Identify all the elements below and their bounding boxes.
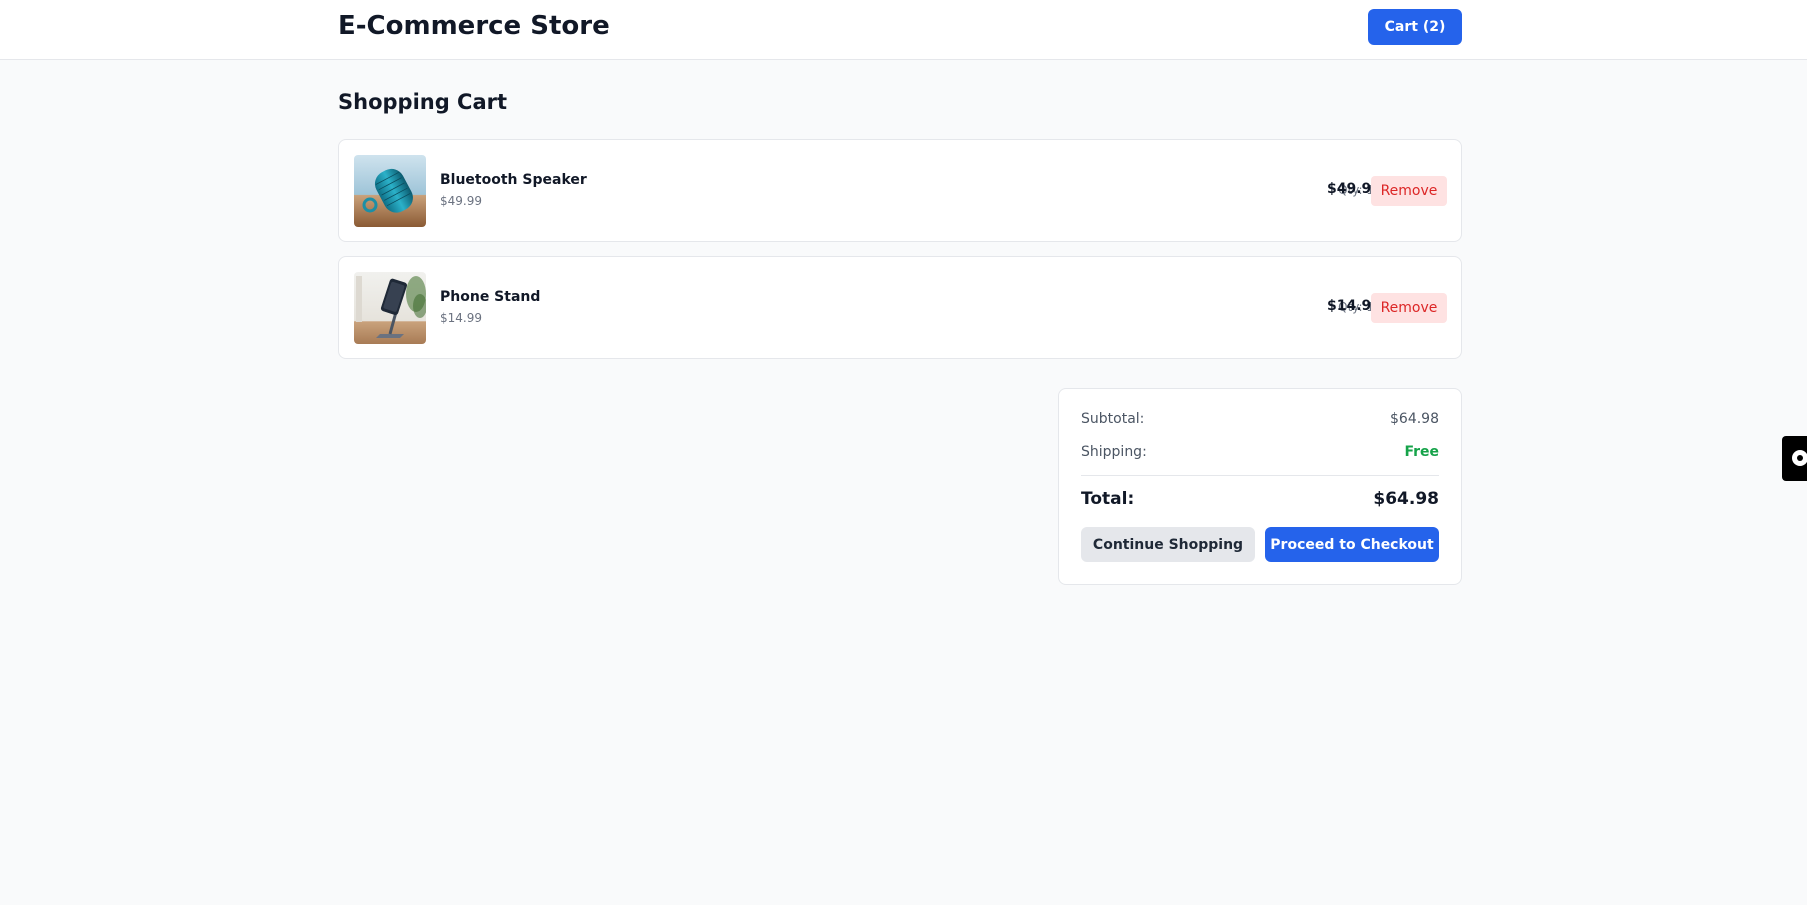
item-name: Phone Stand xyxy=(440,289,541,305)
item-unit-price: $49.99 xyxy=(440,194,482,208)
continue-shopping-button[interactable]: Continue Shopping xyxy=(1081,527,1255,562)
page-title: Shopping Cart xyxy=(338,90,508,114)
widget-icon xyxy=(1792,450,1807,466)
total-value: $64.98 xyxy=(1373,489,1439,509)
shipping-label: Shipping: xyxy=(1081,444,1147,460)
subtotal-value: $64.98 xyxy=(1390,411,1439,427)
store-title[interactable]: E-Commerce Store xyxy=(338,11,610,41)
phone-stand-image xyxy=(354,272,426,344)
proceed-to-checkout-button[interactable]: Proceed to Checkout xyxy=(1265,527,1439,562)
shipping-row: Shipping: Free xyxy=(1081,444,1439,460)
remove-button[interactable]: Remove xyxy=(1371,293,1447,323)
item-line-total: $14.99 xyxy=(1326,298,1381,314)
summary-divider xyxy=(1081,475,1439,476)
item-unit-price: $14.99 xyxy=(440,311,482,325)
total-row: Total: $64.98 xyxy=(1081,489,1439,509)
side-widget-tab[interactable] xyxy=(1782,436,1807,481)
subtotal-label: Subtotal: xyxy=(1081,411,1145,427)
item-line-total: $49.99 xyxy=(1326,181,1381,197)
bluetooth-speaker-image xyxy=(354,155,426,227)
shipping-value: Free xyxy=(1404,444,1439,460)
cart-item: Bluetooth Speaker $49.99 Qty: 1 $49.99 R… xyxy=(338,139,1462,242)
order-summary: Subtotal: $64.98 Shipping: Free Total: $… xyxy=(1058,388,1462,585)
subtotal-row: Subtotal: $64.98 xyxy=(1081,411,1439,427)
total-label: Total: xyxy=(1081,489,1135,509)
cart-item: Phone Stand $14.99 Qty: 1 $14.99 Remove xyxy=(338,256,1462,359)
top-header: E-Commerce Store Cart (2) xyxy=(0,0,1807,60)
cart-button[interactable]: Cart (2) xyxy=(1368,9,1462,45)
item-name: Bluetooth Speaker xyxy=(440,172,587,188)
remove-button[interactable]: Remove xyxy=(1371,176,1447,206)
